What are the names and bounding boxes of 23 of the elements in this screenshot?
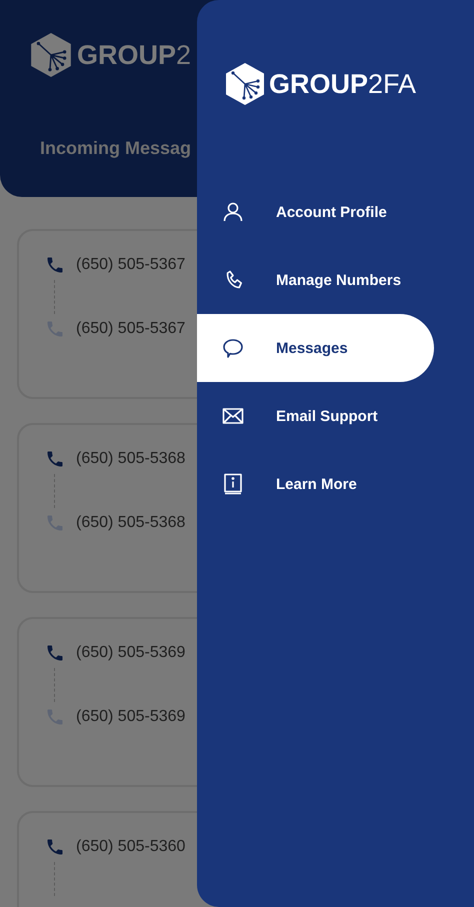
phone-number: (650) 505-5360 [76, 838, 186, 856]
info-book-icon [221, 472, 245, 496]
logo-text: GROUP2FA [269, 68, 416, 100]
phone-icon [45, 707, 65, 727]
phone-number: (650) 505-5368 [76, 514, 186, 532]
menu-item[interactable]: Messages [197, 314, 434, 382]
logo-icon [30, 32, 72, 78]
logo-text: GROUP2 [77, 40, 192, 70]
phone-icon [45, 319, 65, 339]
chat-icon [221, 336, 245, 360]
logo-icon [225, 62, 265, 106]
phone-icon [45, 837, 65, 857]
phone-icon [45, 255, 65, 275]
phone-icon [45, 513, 65, 533]
page-title: Incoming Messag [40, 138, 192, 159]
phone-number: (650) 505-5367 [76, 256, 186, 274]
phone-number: (650) 505-5369 [76, 644, 186, 662]
phone-number: (650) 505-5368 [76, 450, 186, 468]
person-icon [221, 200, 245, 224]
phone-icon [45, 643, 65, 663]
phone-number: (650) 505-5369 [76, 708, 186, 726]
phone-icon [45, 449, 65, 469]
phone-number: (650) 505-5367 [76, 320, 186, 338]
